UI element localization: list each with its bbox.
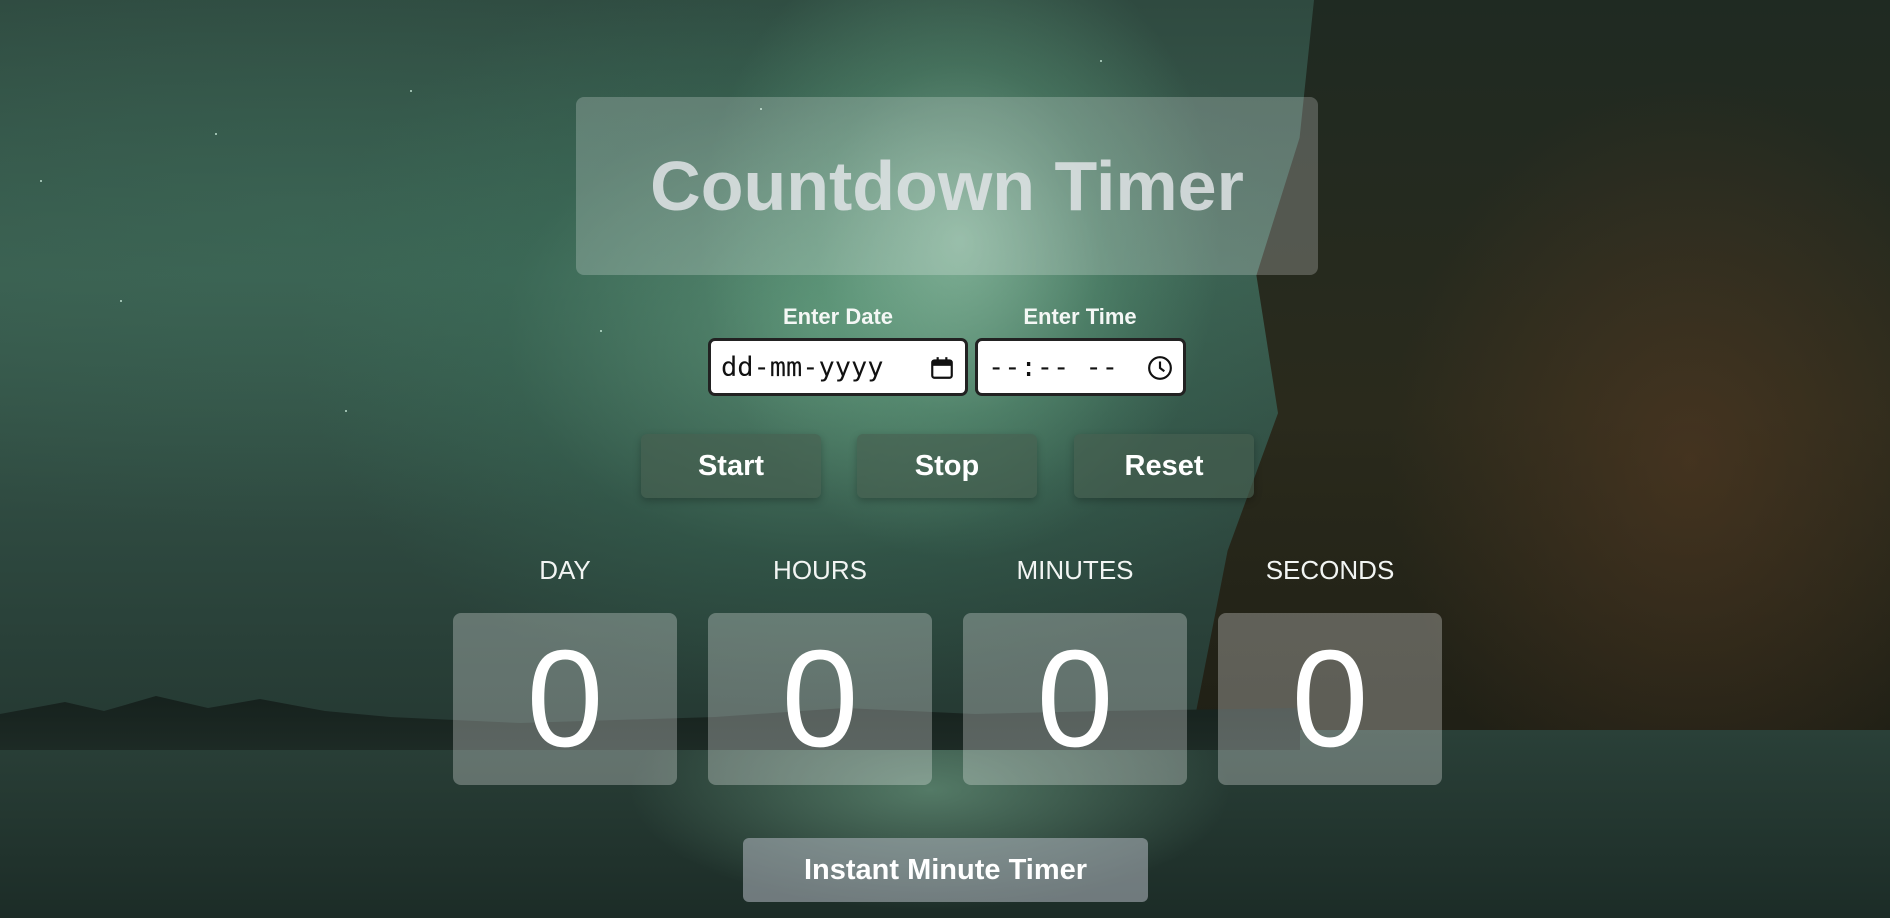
- time-input-value: --:-- --: [988, 351, 1119, 383]
- date-label: Enter Date: [782, 304, 894, 329]
- minutes-label: MINUTES: [1016, 555, 1134, 585]
- seconds-label: SECONDS: [1265, 555, 1395, 585]
- title-panel: Countdown Timer: [576, 97, 1318, 275]
- minutes-value: 0: [963, 613, 1187, 785]
- time-label: Enter Time: [1023, 304, 1137, 329]
- star: [1100, 60, 1102, 62]
- date-input[interactable]: dd-mm-yyyy: [708, 338, 968, 396]
- star: [40, 180, 42, 182]
- star: [120, 300, 122, 302]
- star: [345, 410, 347, 412]
- page-title: Countdown Timer: [650, 147, 1244, 225]
- day-label: DAY: [539, 555, 591, 585]
- time-input[interactable]: --:-- --: [975, 338, 1186, 396]
- calendar-icon[interactable]: [929, 355, 955, 381]
- star: [215, 133, 217, 135]
- background-scene: Countdown Timer Enter Date Enter Time dd…: [0, 0, 1890, 918]
- stop-button[interactable]: Stop: [857, 434, 1037, 498]
- star: [600, 330, 602, 332]
- star: [410, 90, 412, 92]
- reset-button[interactable]: Reset: [1074, 434, 1254, 498]
- date-input-value: dd-mm-yyyy: [721, 351, 884, 383]
- start-button[interactable]: Start: [641, 434, 821, 498]
- clock-icon[interactable]: [1147, 355, 1173, 381]
- seconds-value: 0: [1218, 613, 1442, 785]
- hours-value: 0: [708, 613, 932, 785]
- instant-minute-timer-button[interactable]: Instant Minute Timer: [743, 838, 1148, 902]
- hours-label: HOURS: [773, 555, 867, 585]
- day-value: 0: [453, 613, 677, 785]
